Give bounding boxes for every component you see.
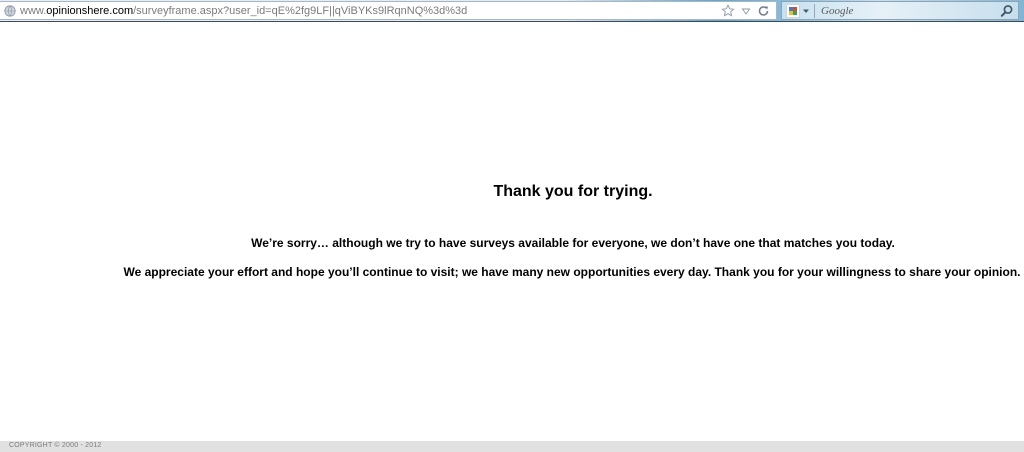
page-content: Thank you for trying. We’re sorry… altho… — [0, 23, 1024, 441]
footer: COPYRIGHT © 2000 - 2012 — [0, 441, 1024, 452]
globe-icon — [4, 4, 16, 17]
url-path: /surveyframe.aspx?user_id=qE%2fg9LF||qVi… — [133, 4, 468, 17]
address-bar[interactable]: www.opinionshere.com/surveyframe.aspx?us… — [0, 1, 777, 20]
address-bar-icons — [721, 4, 770, 18]
dropdown-triangle-icon[interactable] — [741, 4, 751, 18]
search-bar[interactable]: Google — [781, 1, 1019, 20]
copyright-text: COPYRIGHT © 2000 - 2012 — [9, 442, 102, 449]
address-text[interactable]: www.opinionshere.com/surveyframe.aspx?us… — [20, 5, 467, 17]
reload-icon[interactable] — [757, 4, 770, 18]
star-icon[interactable] — [721, 4, 735, 18]
search-input[interactable]: Google — [821, 5, 853, 17]
apology-message: We’re sorry… although we try to have sur… — [251, 236, 895, 250]
chevron-down-icon[interactable] — [802, 4, 810, 18]
google-icon[interactable] — [786, 3, 800, 18]
search-divider — [814, 3, 815, 18]
magnifier-icon[interactable] — [1000, 4, 1014, 18]
url-host: opinionshere.com — [46, 4, 134, 17]
page-title: Thank you for trying. — [493, 183, 653, 200]
browser-toolbar: www.opinionshere.com/surveyframe.aspx?us… — [0, 0, 1024, 22]
url-prefix: www. — [20, 4, 47, 17]
appreciation-message: We appreciate your effort and hope you’l… — [123, 265, 1021, 279]
